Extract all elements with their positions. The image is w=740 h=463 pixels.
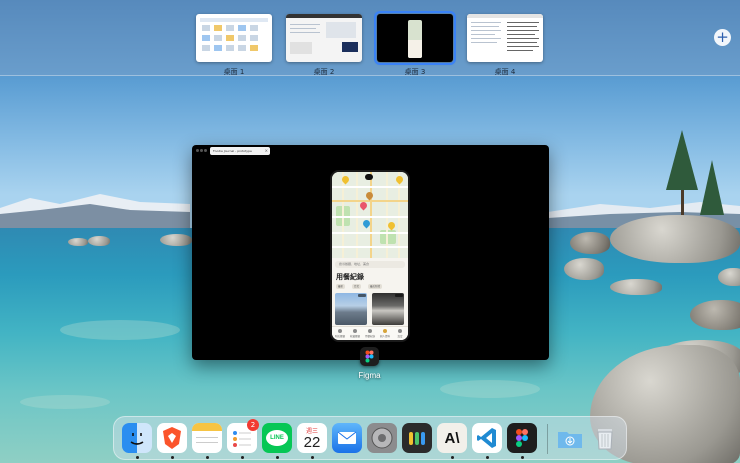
running-indicator [486,456,489,459]
filter-chip[interactable]: 最近新增 [368,284,383,289]
zoom-window-button[interactable] [204,149,207,152]
running-indicator [311,456,314,459]
running-indicator [276,456,279,459]
running-indicator [521,456,524,459]
calendar-icon[interactable]: 週三 22 [297,423,327,453]
space-label: 桌面 2 [313,68,335,76]
rock-cluster [610,215,740,263]
map-pin-icon[interactable] [394,174,405,185]
search-input[interactable]: 搜尋餐廳、地址、美食 [335,261,405,268]
trash-icon[interactable] [590,423,620,453]
finder-icon[interactable] [122,423,152,453]
close-icon[interactable]: × [265,147,268,155]
space-label: 桌面 3 [404,68,426,76]
running-indicator [206,456,209,459]
space-desktop-4[interactable]: 桌面 4 [467,14,543,77]
rock [160,234,192,246]
figma-icon[interactable] [360,347,379,366]
phone-prototype-frame: 搜尋餐廳、地址、美食 用餐紀錄 最新 台北 最近新增 附近餐廳 收藏餐廳 用餐紀… [330,170,410,342]
map-view [332,172,408,258]
keys-icon[interactable] [402,423,432,453]
pine-tree [700,160,724,215]
space-label: 桌面 4 [494,68,516,76]
figma-file-tab[interactable]: Foodie Journal - prototype × [210,147,270,155]
tab-profile[interactable]: 個人資料 [379,329,391,338]
vscode-icon[interactable] [472,423,502,453]
filter-chip[interactable]: 台北 [352,284,362,289]
minimize-window-button[interactable] [200,149,203,152]
anthropic-icon[interactable]: A\ [437,423,467,453]
gear-icon[interactable] [367,423,397,453]
phone-notch [365,174,373,180]
map-pin-icon[interactable] [358,200,369,211]
space-desktop-2[interactable]: 桌面 2 [286,14,362,77]
dock: 2 LINE 週三 22 A\ [113,416,627,460]
space-thumbnail[interactable] [196,14,272,62]
mission-control-spaces-bar: 桌面 1 桌面 2 桌面 3 桌面 4 + [0,0,740,76]
notification-badge: 2 [247,419,259,431]
running-indicator [136,456,139,459]
meal-photo-card[interactable] [335,293,367,325]
running-indicator [451,456,454,459]
rock [718,268,740,286]
rock [68,238,88,246]
map-pin-icon[interactable] [386,220,397,231]
figma-window-preview[interactable]: Foodie Journal - prototype × 搜尋餐廳、地址、美食 [192,145,549,360]
rock [564,258,604,280]
running-indicator [241,456,244,459]
brave-icon[interactable] [157,423,187,453]
tab-title: Foodie Journal - prototype [213,149,252,153]
phone-tab-bar: 附近餐廳 收藏餐廳 用餐紀錄 個人資料 設定 [332,326,408,340]
tab-records[interactable]: 用餐紀錄 [364,329,376,338]
space-desktop-3[interactable]: 桌面 3 [374,11,456,77]
mail-icon[interactable] [332,423,362,453]
rock [88,236,110,246]
pine-tree [666,130,698,190]
space-thumbnail[interactable] [467,14,543,62]
notes-icon[interactable] [192,423,222,453]
tab-favorites[interactable]: 收藏餐廳 [349,329,361,338]
meal-photo-card[interactable] [372,293,404,325]
rock [570,232,610,254]
map-pin-icon[interactable] [364,190,375,201]
running-indicator [171,456,174,459]
close-window-button[interactable] [196,149,199,152]
line-icon[interactable]: LINE [262,423,292,453]
downloads-folder-icon[interactable] [555,423,585,453]
figma-icon[interactable] [507,423,537,453]
reminders-icon[interactable]: 2 [227,419,259,453]
filter-chip[interactable]: 最新 [336,284,346,289]
space-thumbnail[interactable] [374,11,456,65]
space-label: 桌面 1 [223,68,245,76]
water-glint [440,380,540,398]
tab-nearby[interactable]: 附近餐廳 [334,329,346,338]
water-glint [20,395,110,409]
water-glint [60,320,180,340]
tab-settings[interactable]: 設定 [394,329,406,338]
space-desktop-1[interactable]: 桌面 1 [196,14,272,77]
rock [610,279,662,295]
dock-separator [547,424,548,454]
add-space-button[interactable]: + [714,29,731,46]
app-window-label: Figma [358,371,381,380]
section-heading: 用餐紀錄 [336,272,364,281]
space-thumbnail[interactable] [286,14,362,62]
